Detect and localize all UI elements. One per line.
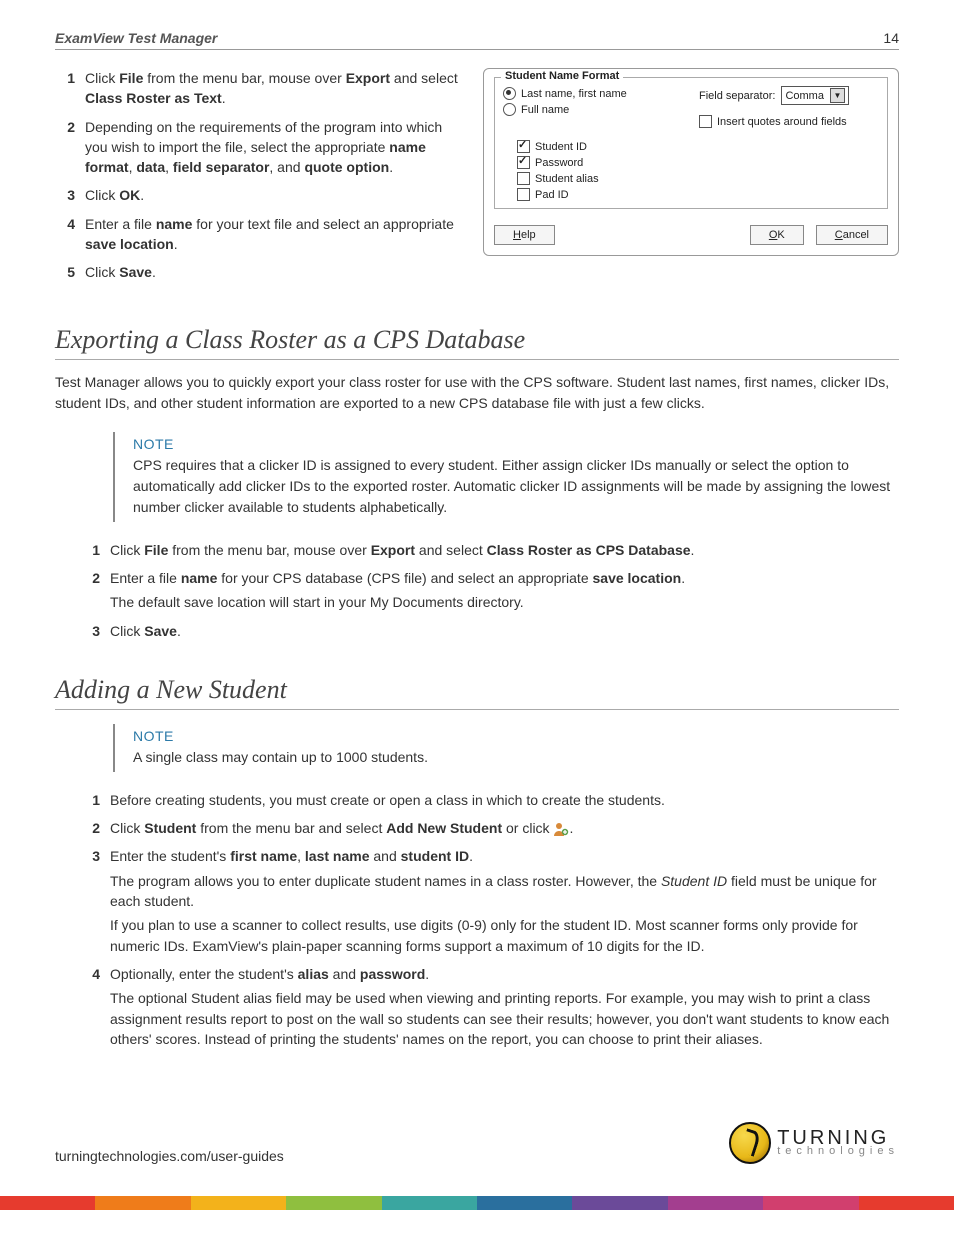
radio-fullname[interactable]: Full name [503, 103, 699, 116]
step-item: 2 Click Student from the menu bar and sel… [80, 818, 899, 838]
step-number: 1 [80, 790, 100, 810]
step-body: Click Student from the menu bar and sele… [110, 818, 899, 838]
step-number: 2 [55, 117, 75, 178]
check-password[interactable]: Password [517, 156, 879, 169]
name-format-fieldset: Student Name Format Last name, first nam… [494, 77, 888, 209]
step-number: 3 [55, 185, 75, 205]
note-body: CPS requires that a clicker ID is assign… [133, 455, 899, 518]
cps-steps: 1 Click File from the menu bar, mouse ove… [80, 540, 899, 641]
fieldset-legend: Student Name Format [501, 70, 623, 82]
checkbox-icon [699, 115, 712, 128]
ok-button[interactable]: OK [750, 225, 804, 245]
step-body: Click OK. [85, 185, 465, 205]
step-number: 3 [80, 846, 100, 955]
check-student-id[interactable]: Student ID [517, 140, 879, 153]
step-body: Enter a file name for your CPS database … [110, 568, 899, 613]
step-item: 1 Click File from the menu bar, mouse ove… [80, 540, 899, 560]
radio-lastname-firstname[interactable]: Last name, first name [503, 87, 699, 100]
doc-title: ExamView Test Manager [55, 30, 217, 46]
step-number: 2 [80, 818, 100, 838]
checkbox-icon [517, 172, 530, 185]
note-label: NOTE [133, 436, 899, 452]
step-item: 3Enter the student's first name, last na… [80, 846, 899, 955]
step-item: 4Optionally, enter the student's alias a… [80, 964, 899, 1049]
field-separator-label: Field separator: [699, 90, 775, 102]
radio-icon [503, 103, 516, 116]
chevron-down-icon: ▼ [830, 88, 845, 103]
checkbox-icon [517, 188, 530, 201]
add-student-steps: 1 Before creating students, you must crea… [80, 790, 899, 1049]
step-item: 2Enter a file name for your CPS database… [80, 568, 899, 613]
step-number: 3 [80, 621, 100, 641]
checkbox-icon [517, 140, 530, 153]
step-item: 3 Click Save. [80, 621, 899, 641]
export-dialog: Student Name Format Last name, first nam… [483, 68, 899, 256]
step-number: 4 [55, 214, 75, 255]
footer-url: turningtechnologies.com/user-guides [55, 1148, 284, 1164]
page-header: ExamView Test Manager 14 [55, 30, 899, 50]
radio-icon [503, 87, 516, 100]
note-add-student: NOTE A single class may contain up to 10… [113, 724, 899, 772]
step-number: 5 [55, 262, 75, 282]
color-strip [0, 1196, 954, 1210]
step-item: 1 Before creating students, you must crea… [80, 790, 899, 810]
checkbox-icon [517, 156, 530, 169]
page-footer: turningtechnologies.com/user-guides TURN… [55, 1122, 899, 1164]
export-text-steps: 1Click File from the menu bar, mouse ove… [55, 68, 465, 283]
section-title-cps: Exporting a Class Roster as a CPS Databa… [55, 325, 899, 360]
step-body: Click File from the menu bar, mouse over… [85, 68, 465, 109]
help-button[interactable]: Help [494, 225, 555, 245]
step-number: 1 [80, 540, 100, 560]
step-number: 2 [80, 568, 100, 613]
logo-mark-icon [729, 1122, 771, 1164]
step-body: Depending on the requirements of the pro… [85, 117, 465, 178]
step-body: Enter a file name for your text file and… [85, 214, 465, 255]
section-title-add-student: Adding a New Student [55, 675, 899, 710]
page-number: 14 [883, 30, 899, 46]
step-body: Click File from the menu bar, mouse over… [110, 540, 899, 560]
step-body: Optionally, enter the student's alias an… [110, 964, 899, 1049]
step-number: 1 [55, 68, 75, 109]
section1-para: Test Manager allows you to quickly expor… [55, 372, 899, 414]
check-insert-quotes[interactable]: Insert quotes around fields [699, 115, 879, 128]
step-item: 2Depending on the requirements of the pr… [55, 117, 465, 178]
step-item: 1Click File from the menu bar, mouse ove… [55, 68, 465, 109]
check-pad-id[interactable]: Pad ID [517, 188, 879, 201]
step-body: Click Save. [110, 621, 899, 641]
step-item: 3 Click OK. [55, 185, 465, 205]
step-number: 4 [80, 964, 100, 1049]
step-item: 4Enter a file name for your text file an… [55, 214, 465, 255]
add-student-icon [553, 821, 569, 837]
note-cps: NOTE CPS requires that a clicker ID is a… [113, 432, 899, 522]
field-separator-row: Field separator: Comma ▼ [699, 86, 879, 105]
step-item: 5 Click Save. [55, 262, 465, 282]
cancel-button[interactable]: Cancel [816, 225, 888, 245]
field-separator-combo[interactable]: Comma ▼ [781, 86, 849, 105]
note-label: NOTE [133, 728, 899, 744]
turning-logo: TURNING technologies [729, 1122, 899, 1164]
note-body: A single class may contain up to 1000 st… [133, 747, 899, 768]
step-body: Enter the student's first name, last nam… [110, 846, 899, 955]
logo-text-bottom: technologies [777, 1147, 899, 1157]
check-student-alias[interactable]: Student alias [517, 172, 879, 185]
step-body: Before creating students, you must creat… [110, 790, 899, 810]
step-body: Click Save. [85, 262, 465, 282]
